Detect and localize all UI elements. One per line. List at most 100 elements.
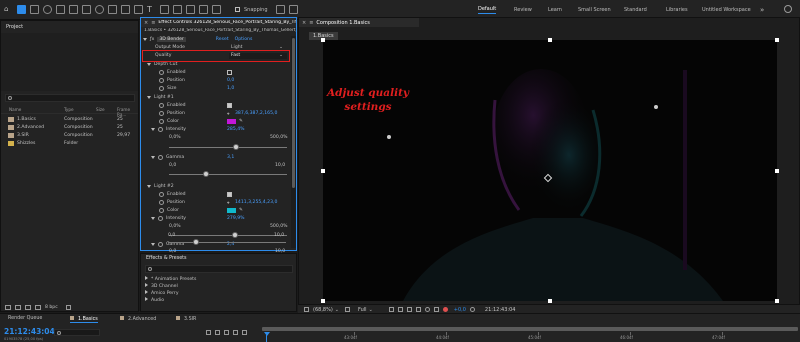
transform-handle-tm[interactable]	[548, 38, 552, 42]
effects-search-field[interactable]	[145, 265, 293, 273]
light-2-position-value[interactable]: 1411,3,255,4,23,0	[235, 200, 277, 205]
twirl-right-icon[interactable]	[145, 283, 148, 287]
stopwatch-icon[interactable]	[159, 78, 164, 83]
light-2-color-swatch[interactable]	[227, 208, 236, 213]
options-link[interactable]: Options	[235, 37, 253, 42]
transform-handle-tl[interactable]	[321, 38, 325, 42]
depth-cut-group[interactable]: Depth Cut	[147, 61, 177, 68]
project-item[interactable]: 2.Advanced Composition 25	[1, 124, 138, 132]
workspace-learn[interactable]: Learn	[548, 7, 562, 13]
column-size[interactable]: Size	[96, 107, 105, 112]
slider-knob[interactable]	[233, 144, 240, 150]
close-tab-icon[interactable]: ×	[144, 20, 148, 26]
effect-controls-scrollbar[interactable]	[291, 36, 296, 248]
project-panel-title[interactable]: Project	[6, 24, 23, 30]
light-2-gamma-slider-visible[interactable]	[168, 239, 286, 246]
column-name[interactable]: Name	[9, 107, 21, 112]
workspace-default[interactable]: Default	[478, 6, 497, 14]
snapping-toggle[interactable]: Snapping	[235, 7, 268, 13]
type-tool-icon[interactable]: T	[147, 5, 156, 14]
hand-tool-icon[interactable]	[30, 5, 39, 14]
scrollbar-thumb[interactable]	[292, 38, 295, 188]
depth-cut-twirl-icon[interactable]	[147, 63, 151, 66]
timeline-tab[interactable]: 1.Basics	[70, 316, 98, 323]
light-2-intensity-value[interactable]: 279,9%	[227, 216, 245, 221]
light-2-twirl-icon[interactable]	[147, 185, 151, 188]
light-2-enabled-checkbox[interactable]	[227, 192, 232, 197]
effects-category[interactable]: Amico Perry	[145, 290, 179, 297]
transform-handle-tr[interactable]	[775, 38, 779, 42]
effects-presets-title[interactable]: Effects & Presets	[146, 256, 187, 261]
workspace-untitled[interactable]: Untitled Workspace	[702, 7, 751, 13]
graph-editor-icon[interactable]	[242, 330, 247, 335]
light-1-intensity-value[interactable]: 285,4%	[227, 127, 245, 132]
comp-flowchart-icon[interactable]	[206, 330, 211, 335]
zoom-dropdown[interactable]: (68,8%)	[313, 307, 333, 313]
puppet-pin-icon[interactable]	[212, 5, 221, 14]
light-2-group[interactable]: Light #2	[147, 183, 174, 190]
effect-controls-tab[interactable]: × ≡ Effect Controls 326128_Serious_Face_…	[141, 18, 296, 27]
transform-handle-ml[interactable]	[321, 169, 325, 173]
toggle-mask-icon[interactable]	[397, 307, 403, 312]
stopwatch-icon[interactable]	[158, 242, 163, 247]
snap-target-icon[interactable]	[288, 5, 298, 14]
stopwatch-icon[interactable]	[159, 119, 164, 124]
project-item[interactable]: 3.SIR Composition 29,97	[1, 132, 138, 140]
pan-camera-icon[interactable]	[69, 5, 78, 14]
project-item[interactable]: Shizzles Folder	[1, 140, 138, 148]
playhead-icon[interactable]	[264, 332, 270, 336]
light-1-enabled-checkbox[interactable]	[227, 103, 232, 108]
timeline-tab[interactable]: Render Queue	[8, 316, 42, 321]
workspace-review[interactable]: Review	[514, 7, 532, 13]
pan-behind-icon[interactable]	[108, 5, 117, 14]
new-composition-icon[interactable]	[25, 305, 31, 310]
rotate-tool-icon[interactable]	[95, 5, 104, 14]
stopwatch-icon[interactable]	[158, 155, 163, 160]
stopwatch-icon[interactable]	[159, 111, 164, 116]
orbit-camera-icon[interactable]	[56, 5, 65, 14]
twirl-right-icon[interactable]	[145, 276, 148, 280]
workspace-standard[interactable]: Standard	[624, 7, 647, 13]
current-time-display[interactable]: 21:12:43:04	[485, 307, 516, 313]
always-preview-icon[interactable]	[304, 307, 309, 312]
light-1-gamma-value[interactable]: 3,1	[227, 155, 234, 160]
light-1-position-value[interactable]: 387,6,387,2,165,0	[235, 111, 277, 116]
search-help-icon[interactable]	[784, 5, 792, 13]
eyedropper-icon[interactable]: ✎	[239, 208, 243, 213]
crosshair-icon[interactable]: ⌖	[227, 200, 230, 206]
interpret-footage-icon[interactable]	[5, 305, 11, 310]
stopwatch-icon[interactable]	[158, 127, 163, 132]
project-search-field[interactable]	[5, 94, 135, 102]
snapping-checkbox[interactable]	[235, 7, 240, 12]
rectangle-tool-icon[interactable]	[121, 5, 130, 14]
new-folder-icon[interactable]	[15, 305, 21, 310]
stopwatch-icon[interactable]	[159, 200, 164, 205]
snapshot-icon[interactable]	[424, 307, 430, 312]
effects-category[interactable]: * Animation Presets	[145, 276, 196, 283]
close-tab-icon[interactable]: ×	[302, 20, 306, 26]
workspace-libraries[interactable]: Libraries	[666, 7, 688, 13]
effect-twirl-icon[interactable]	[143, 38, 147, 41]
stopwatch-icon[interactable]	[159, 192, 164, 197]
transform-handle-bm[interactable]	[548, 299, 552, 303]
panel-menu-icon[interactable]: ≡	[151, 20, 155, 26]
light-2-position-handle[interactable]	[654, 105, 658, 109]
column-type[interactable]: Type	[64, 107, 74, 112]
frame-blending-icon[interactable]	[224, 330, 229, 335]
depth-cut-size-value[interactable]: 1,0	[227, 86, 234, 91]
light-1-gamma-slider[interactable]	[169, 171, 287, 178]
resolution-dropdown[interactable]: Full	[358, 307, 367, 313]
snap-options-icon[interactable]	[275, 5, 285, 14]
workspace-overflow-icon[interactable]: »	[760, 6, 764, 14]
work-area-bar[interactable]	[262, 327, 798, 331]
shy-layers-icon[interactable]	[215, 330, 220, 335]
effects-category[interactable]: 3D Channel	[145, 283, 178, 290]
composition-canvas[interactable]	[323, 40, 777, 301]
eraser-icon[interactable]	[186, 5, 195, 14]
zoom-tool-icon[interactable]	[43, 5, 52, 14]
home-icon[interactable]: ⌂	[4, 5, 13, 14]
intensity-twirl-icon[interactable]	[151, 128, 155, 131]
intensity-twirl-icon[interactable]	[151, 217, 155, 220]
slider-knob[interactable]	[202, 171, 209, 177]
timeline-tab[interactable]: 3.SIR	[176, 316, 196, 322]
